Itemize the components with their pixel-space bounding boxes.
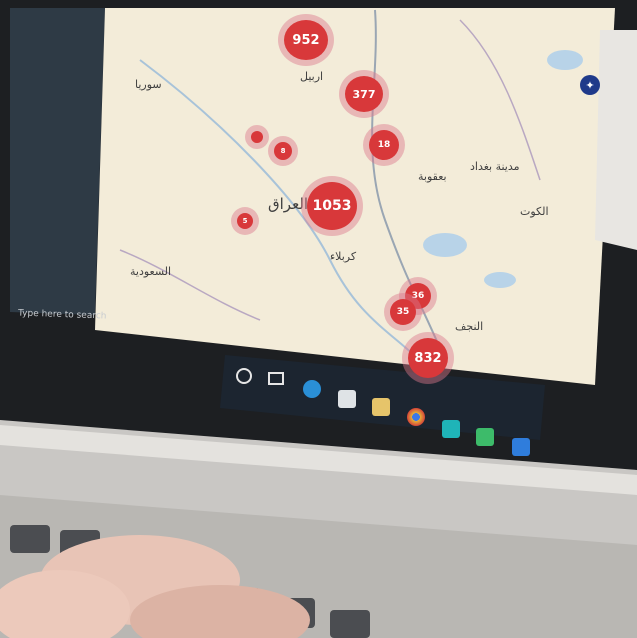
lake bbox=[484, 272, 516, 288]
start-icon[interactable] bbox=[236, 368, 252, 384]
lake bbox=[423, 233, 467, 257]
lake bbox=[547, 50, 583, 70]
location-marker-icon[interactable]: ✦ bbox=[580, 75, 600, 95]
edge-icon[interactable] bbox=[303, 380, 321, 398]
city-label: بعقوبة bbox=[418, 170, 447, 183]
city-label: كربلاء bbox=[330, 250, 357, 263]
map-cluster-marker[interactable]: 1053 bbox=[307, 182, 357, 230]
chrome-icon[interactable] bbox=[407, 408, 425, 426]
country-label: العراق bbox=[268, 195, 309, 213]
map-cluster-marker[interactable]: 8 bbox=[274, 142, 292, 160]
region-label: السعودية bbox=[130, 265, 172, 278]
app-icon[interactable] bbox=[442, 420, 460, 438]
map-cluster-marker[interactable] bbox=[251, 131, 263, 143]
map-cluster-marker[interactable]: 5 bbox=[237, 213, 253, 229]
left-panel bbox=[10, 8, 105, 315]
city-label: مدينة بغداد bbox=[470, 160, 520, 173]
task-view-icon[interactable] bbox=[268, 372, 284, 385]
city-label: اربيل bbox=[300, 70, 324, 83]
city-label: النجف bbox=[455, 320, 484, 333]
explorer-icon[interactable] bbox=[372, 398, 390, 416]
map-cluster-marker[interactable]: 377 bbox=[345, 76, 383, 112]
store-icon[interactable] bbox=[338, 390, 356, 408]
app-icon[interactable] bbox=[512, 438, 530, 456]
map-cluster-marker[interactable]: 18 bbox=[369, 130, 399, 160]
map-cluster-marker[interactable]: 832 bbox=[408, 338, 448, 378]
right-panel bbox=[595, 30, 637, 250]
map-cluster-marker[interactable]: 35 bbox=[390, 299, 416, 325]
city-label: الكوت bbox=[520, 205, 549, 218]
map-cluster-marker[interactable]: 952 bbox=[284, 20, 328, 60]
region-label: سوريا bbox=[135, 78, 162, 91]
app-icon[interactable] bbox=[476, 428, 494, 446]
